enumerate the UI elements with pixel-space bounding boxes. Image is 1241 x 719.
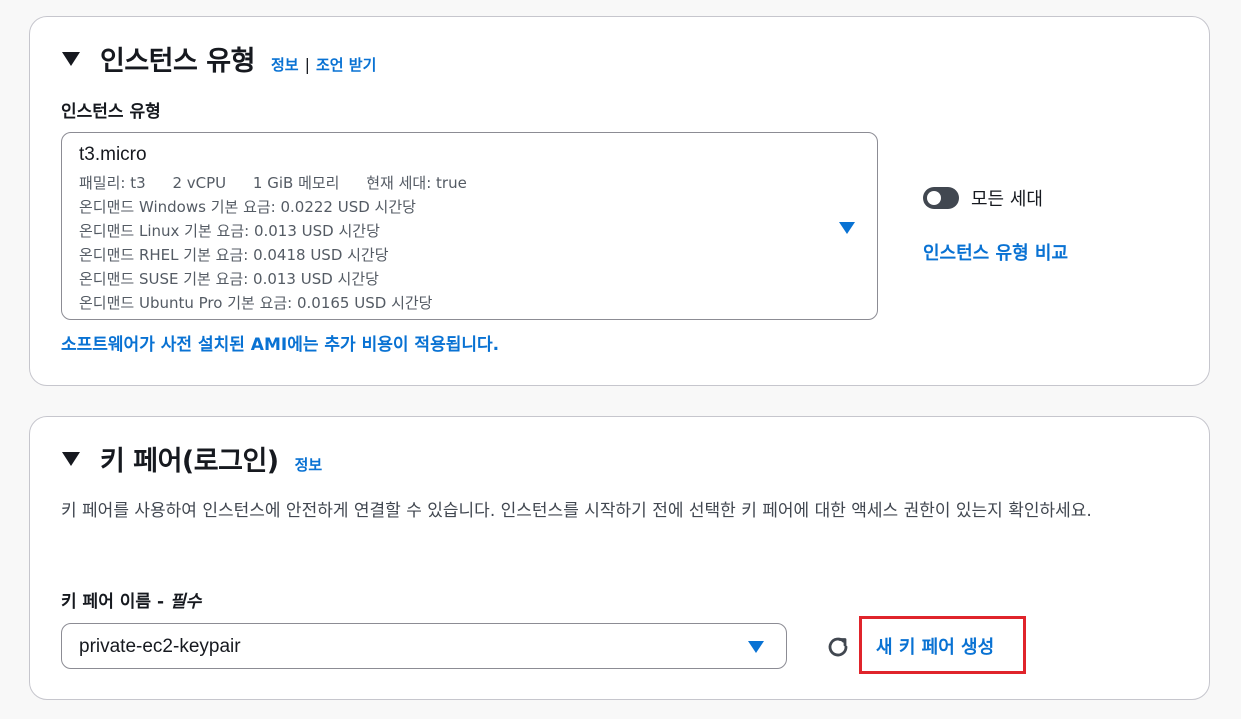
compare-instance-types-link[interactable]: 인스턴스 유형 비교: [923, 239, 1068, 265]
panel-title: 인스턴스 유형: [100, 46, 255, 77]
spec-family: 패밀리: t3: [79, 174, 146, 192]
keypair-name-label-text: 키 페어 이름 -: [61, 592, 170, 612]
required-marker: 필수: [169, 592, 202, 612]
create-keypair-link[interactable]: 새 키 페어 생성: [876, 633, 994, 659]
get-advice-link[interactable]: 조언 받기: [316, 54, 376, 75]
info-link[interactable]: 정보: [271, 54, 299, 75]
keypair-selected-value: private-ec2-keypair: [79, 636, 241, 657]
keypair-name-label: 키 페어 이름 - 필수: [61, 587, 201, 612]
spec-memory: 1 GiB 메모리: [252, 174, 340, 192]
link-separator: |: [304, 55, 310, 74]
price-linux: 온디맨드 Linux 기본 요금: 0.013 USD 시간당: [79, 222, 380, 240]
instance-type-select[interactable]: t3.micro 패밀리: t3 2 vCPU 1 GiB 메모리 현재 세대:…: [61, 132, 878, 320]
all-generations-toggle[interactable]: 모든 세대: [923, 185, 1043, 211]
collapse-caret-icon[interactable]: [62, 452, 80, 466]
collapse-caret-icon[interactable]: [62, 52, 80, 66]
dropdown-arrow-icon[interactable]: [748, 641, 764, 653]
instance-specs-row: 패밀리: t3 2 vCPU 1 GiB 메모리 현재 세대: true: [79, 171, 489, 195]
spec-generation: 현재 세대: true: [366, 174, 467, 192]
instance-type-panel: 인스턴스 유형 정보 | 조언 받기 인스턴스 유형 t3.micro 패밀리:…: [29, 16, 1210, 386]
highlight-box: 새 키 페어 생성: [859, 616, 1026, 674]
instance-type-header[interactable]: 인스턴스 유형 정보 | 조언 받기: [62, 39, 376, 78]
keypair-description: 키 페어를 사용하여 인스턴스에 안전하게 연결할 수 있습니다. 인스턴스를 …: [61, 501, 1092, 521]
price-rhel: 온디맨드 RHEL 기본 요금: 0.0418 USD 시간당: [79, 246, 389, 264]
instance-type-label: 인스턴스 유형: [61, 102, 161, 122]
instance-type-name: t3.micro: [79, 144, 147, 165]
price-ubuntu-pro: 온디맨드 Ubuntu Pro 기본 요금: 0.0165 USD 시간당: [79, 294, 433, 312]
keypair-panel: 키 페어(로그인) 정보 키 페어를 사용하여 인스턴스에 안전하게 연결할 수…: [29, 416, 1210, 700]
spec-vcpu: 2 vCPU: [172, 174, 227, 192]
ami-cost-note-link[interactable]: 소프트웨어가 사전 설치된 AMI에는 추가 비용이 적용됩니다.: [61, 330, 499, 355]
toggle-label: 모든 세대: [971, 189, 1043, 210]
panel-title: 키 페어(로그인): [100, 446, 279, 477]
refresh-icon[interactable]: [824, 633, 852, 661]
price-windows: 온디맨드 Windows 기본 요금: 0.0222 USD 시간당: [79, 198, 416, 216]
dropdown-arrow-icon[interactable]: [839, 222, 855, 234]
price-suse: 온디맨드 SUSE 기본 요금: 0.013 USD 시간당: [79, 270, 379, 288]
toggle-switch[interactable]: [923, 187, 959, 209]
toggle-knob: [927, 191, 941, 205]
keypair-select[interactable]: private-ec2-keypair: [61, 623, 787, 669]
keypair-header[interactable]: 키 페어(로그인) 정보: [62, 439, 322, 478]
info-link[interactable]: 정보: [295, 454, 323, 475]
instance-type-details: 패밀리: t3 2 vCPU 1 GiB 메모리 현재 세대: true 온디맨…: [79, 171, 489, 315]
